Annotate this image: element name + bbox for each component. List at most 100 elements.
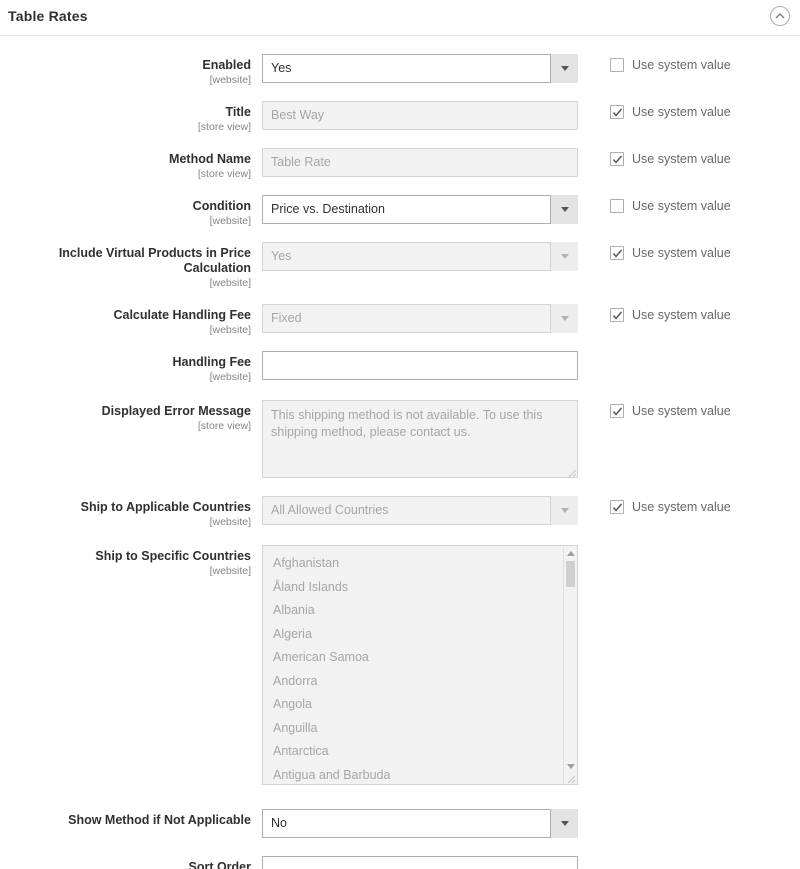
label-text: Displayed Error Message (101, 404, 251, 418)
resize-grip-icon[interactable] (565, 465, 577, 478)
select-value[interactable]: All Allowed Countries (262, 496, 578, 525)
field-control-ship-to-applicable-countries: All Allowed Countries (262, 496, 580, 525)
system-value-cell: Use system value (580, 101, 800, 119)
list-item[interactable]: American Samoa (263, 646, 577, 670)
field-control-include-virtual-products-in-price-calculation: Yes (262, 242, 580, 271)
use-system-value-displayed-error-message: Use system value (610, 404, 800, 418)
option-list: Afghanistan Åland Islands Albania Algeria Am… (263, 546, 577, 785)
label-text: Method Name (169, 152, 251, 166)
use-system-value-checkbox[interactable] (610, 246, 624, 260)
chevron-down-icon[interactable] (550, 54, 578, 83)
use-system-value-checkbox[interactable] (610, 58, 624, 72)
select-value[interactable]: Price vs. Destination (262, 195, 578, 224)
text-input-handling-fee[interactable] (262, 351, 578, 380)
field-control-handling-fee (262, 351, 580, 380)
list-item[interactable]: Antigua and Barbuda (263, 764, 577, 785)
list-item[interactable]: Albania (263, 599, 577, 623)
field-control-method-name: Table Rate (262, 148, 580, 177)
section-header: Table Rates (0, 0, 800, 36)
use-system-value-calculate-handling-fee: Use system value (610, 308, 800, 322)
field-label-include-virtual-products-in-price-calculation: Include Virtual Products in Price Calcul… (0, 242, 262, 290)
text-input-title[interactable]: Best Way (262, 101, 578, 130)
select-ship-to-applicable-countries[interactable]: All Allowed Countries (262, 496, 578, 525)
select-value[interactable]: Yes (262, 242, 578, 271)
system-value-cell: Use system value (580, 148, 800, 166)
chevron-down-icon[interactable] (550, 304, 578, 333)
select-value[interactable]: No (262, 809, 578, 838)
use-system-value-checkbox[interactable] (610, 308, 624, 322)
use-system-value-checkbox[interactable] (610, 404, 624, 418)
form-row-method-name: Method Name [store view] Table Rate Use sys… (0, 148, 800, 181)
textarea-displayed-error-message[interactable]: This shipping method is not available. T… (262, 400, 578, 478)
use-system-value-label: Use system value (632, 246, 731, 260)
list-item[interactable]: Anguilla (263, 717, 577, 741)
form-row-handling-fee: Handling Fee [website] (0, 351, 800, 384)
field-control-enabled: Yes (262, 54, 580, 83)
use-system-value-checkbox[interactable] (610, 105, 624, 119)
chevron-up-circle-icon[interactable] (770, 6, 790, 26)
system-value-cell (580, 856, 800, 860)
select-value[interactable]: Fixed (262, 304, 578, 333)
system-value-cell: Use system value (580, 242, 800, 260)
caret-glyph (560, 66, 569, 71)
chevron-down-icon[interactable] (550, 242, 578, 271)
select-show-method-if-not-applicable[interactable]: No (262, 809, 578, 838)
system-value-cell (580, 809, 800, 813)
select-condition[interactable]: Price vs. Destination (262, 195, 578, 224)
use-system-value-checkbox[interactable] (610, 152, 624, 166)
caret-glyph (560, 508, 569, 513)
list-item[interactable]: Andorra (263, 670, 577, 694)
multiselect-ship-to-specific-countries[interactable]: Afghanistan Åland Islands Albania Algeria Am… (262, 545, 578, 785)
list-item[interactable]: Algeria (263, 623, 577, 647)
label-scope: [website] (209, 565, 251, 577)
resize-grip-icon[interactable] (564, 771, 576, 784)
use-system-value-label: Use system value (632, 105, 731, 119)
chevron-down-icon[interactable] (550, 809, 578, 838)
label-text: Include Virtual Products in Price Calcul… (58, 246, 251, 275)
field-label-displayed-error-message: Displayed Error Message [store view] (0, 400, 262, 433)
scrollbar[interactable] (563, 547, 576, 784)
field-control-calculate-handling-fee: Fixed (262, 304, 580, 333)
system-value-cell: Use system value (580, 496, 800, 514)
scroll-down-icon[interactable] (566, 762, 575, 771)
label-scope: [store view] (197, 168, 251, 180)
field-label-ship-to-applicable-countries: Ship to Applicable Countries [website] (0, 496, 262, 529)
select-enabled[interactable]: Yes (262, 54, 578, 83)
use-system-value-method-name: Use system value (610, 152, 800, 166)
use-system-value-label: Use system value (632, 308, 731, 322)
select-value[interactable]: Yes (262, 54, 578, 83)
list-item[interactable]: Afghanistan (263, 552, 577, 576)
form-row-displayed-error-message: Displayed Error Message [store view] This … (0, 400, 800, 478)
use-system-value-checkbox[interactable] (610, 199, 624, 213)
use-system-value-checkbox[interactable] (610, 500, 624, 514)
scrollbar-thumb[interactable] (566, 561, 575, 587)
page-title: Table Rates (8, 8, 88, 24)
system-value-cell (580, 351, 800, 355)
label-text: Ship to Applicable Countries (80, 500, 251, 514)
select-calculate-handling-fee[interactable]: Fixed (262, 304, 578, 333)
text-input-method-name[interactable]: Table Rate (262, 148, 578, 177)
chevron-down-icon[interactable] (550, 195, 578, 224)
field-control-ship-to-specific-countries: Afghanistan Åland Islands Albania Algeria Am… (262, 545, 580, 785)
list-item[interactable]: Antarctica (263, 740, 577, 764)
caret-glyph (560, 316, 569, 321)
list-item[interactable]: Åland Islands (263, 576, 577, 600)
list-item[interactable]: Angola (263, 693, 577, 717)
field-label-condition: Condition [website] (0, 195, 262, 228)
table-rates-config-page: Table Rates Enabled [website] Yes Use syste… (0, 0, 800, 869)
chevron-down-icon[interactable] (550, 496, 578, 525)
scroll-up-icon[interactable] (566, 549, 575, 558)
label-text: Condition (192, 199, 251, 213)
settings-form: Enabled [website] Yes Use system value Title… (0, 36, 800, 869)
use-system-value-title: Use system value (610, 105, 800, 119)
label-scope: [store view] (197, 420, 251, 432)
label-scope: [website] (209, 324, 251, 336)
text-input-sort-order[interactable] (262, 856, 578, 869)
use-system-value-label: Use system value (632, 199, 731, 213)
system-value-cell: Use system value (580, 304, 800, 322)
label-text: Title (225, 105, 251, 119)
field-control-condition: Price vs. Destination (262, 195, 580, 224)
use-system-value-label: Use system value (632, 500, 731, 514)
triangle-up-glyph (566, 551, 575, 556)
select-include-virtual-products-in-price-calculation[interactable]: Yes (262, 242, 578, 271)
